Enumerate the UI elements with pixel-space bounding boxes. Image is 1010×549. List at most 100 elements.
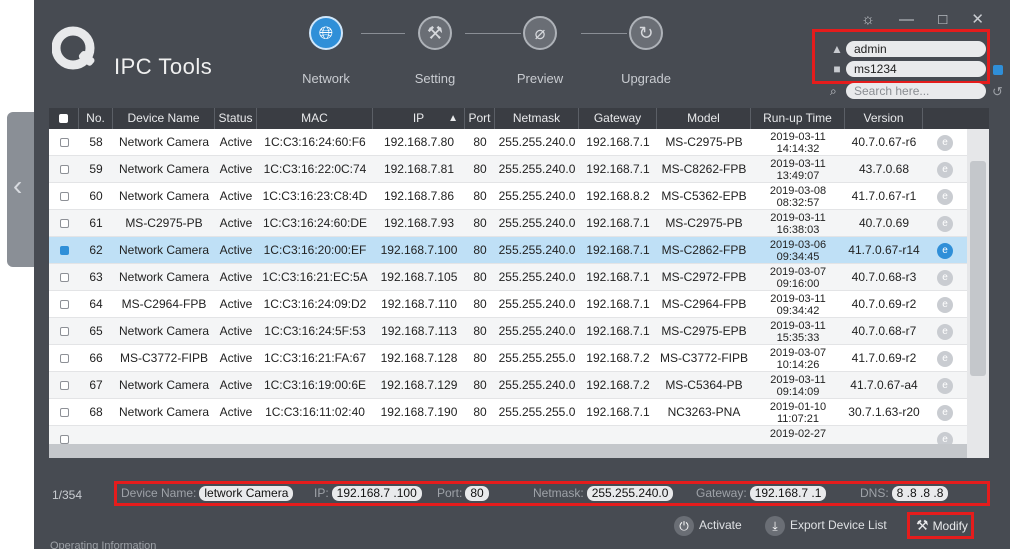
col-gateway[interactable]: Gateway — [579, 108, 657, 129]
browser-icon[interactable]: e — [937, 296, 953, 313]
nav-network[interactable]: 🌐︎ Network — [286, 16, 366, 86]
row-checkbox[interactable] — [59, 165, 69, 175]
row-select-cell — [49, 318, 79, 344]
browser-icon[interactable]: e — [937, 215, 953, 232]
search-input[interactable]: Search here... — [846, 83, 986, 99]
browser-icon[interactable]: e — [937, 134, 953, 151]
cell-gateway: 192.168.7.1 — [586, 297, 650, 311]
row-checkbox[interactable] — [59, 273, 69, 283]
runup-date: 2019-03-11 — [770, 293, 826, 305]
table-row[interactable]: 68 Network Camera Active 1C:C3:16:11:02:40 1… — [49, 399, 967, 426]
row-checkbox[interactable] — [59, 354, 69, 364]
table-row[interactable]: 65 Network Camera Active 1C:C3:16:24:5F:53 1… — [49, 318, 967, 345]
col-ip[interactable]: IP ▲ — [373, 108, 465, 129]
port-input[interactable]: 80 — [465, 486, 489, 501]
activate-button[interactable]: ⏻ Activate — [674, 515, 742, 536]
refresh-icon[interactable]: ↺ — [992, 84, 1003, 100]
runup-time: 09:14:09 — [776, 386, 820, 398]
row-checkbox[interactable] — [59, 138, 69, 148]
browser-icon[interactable]: e — [937, 323, 953, 340]
runup-date: 2019-03-11 — [770, 158, 826, 170]
nav-preview-label: Preview — [516, 71, 564, 86]
table-row[interactable]: 62 Network Camera Active 1C:C3:16:20:00:EF 1… — [49, 237, 967, 264]
select-all-header[interactable] — [49, 108, 79, 129]
browser-icon[interactable]: e — [937, 350, 953, 367]
device-name-field: Device Name: letwork Camera — [121, 486, 294, 501]
row-checkbox[interactable] — [59, 300, 69, 310]
table-row[interactable]: 60 Network Camera Active 1C:C3:16:23:C8:4D 1… — [49, 183, 967, 210]
vertical-scrollbar[interactable] — [967, 129, 989, 458]
runup-time: 11:07:21 — [776, 413, 819, 425]
col-version[interactable]: Version — [845, 108, 923, 129]
row-checkbox[interactable] — [59, 435, 69, 445]
nav-preview[interactable]: ⌀ Preview — [500, 16, 580, 86]
runup-date: 2019-03-07 — [769, 266, 827, 278]
cell-no: 67 — [89, 378, 103, 392]
table-row[interactable]: 61 MS-C2975-PB Active 1C:C3:16:24:60:DE 192.… — [49, 210, 967, 237]
cell-status: Active — [219, 189, 253, 203]
cell-port: 80 — [473, 162, 487, 176]
nav-setting[interactable]: ⚒ Setting — [395, 16, 475, 86]
browser-icon[interactable]: e — [937, 188, 953, 205]
scroll-thumb[interactable] — [970, 161, 986, 376]
row-web-cell: e — [923, 264, 967, 290]
modify-button[interactable]: ⚒ Modify — [907, 512, 974, 539]
cell-model: MS-C2964-FPB — [661, 297, 747, 311]
row-web-cell: e — [923, 399, 967, 425]
gateway-input[interactable]: 192.168.7 .1 — [749, 486, 827, 501]
col-no[interactable]: No. — [79, 108, 113, 129]
select-all-checkbox[interactable] — [59, 114, 68, 124]
browser-icon[interactable]: e — [937, 404, 953, 421]
row-checkbox[interactable] — [59, 327, 69, 337]
nav-upgrade[interactable]: ↻ Upgrade — [606, 16, 686, 86]
dns-input[interactable]: 8 .8 .8 .8 — [891, 486, 949, 501]
window-controls[interactable]: ☼ — □ ✕ — [861, 10, 994, 28]
browser-icon[interactable]: e — [937, 161, 953, 178]
cell-port: 80 — [473, 189, 487, 203]
cell-runup-time: 2019-03-11 09:14:09 — [751, 372, 845, 398]
device-name-input[interactable]: letwork Camera — [199, 486, 294, 501]
col-device-name[interactable]: Device Name — [113, 108, 215, 129]
export-device-list-button[interactable]: ⤓ Export Device List — [765, 515, 887, 536]
username-input[interactable]: admin — [846, 41, 986, 57]
cell-gateway: 192.168.7.1 — [586, 162, 650, 176]
cell-ip: 192.168.7.190 — [380, 405, 458, 419]
side-panel-toggle[interactable]: ‹ — [7, 112, 35, 267]
row-checkbox[interactable] — [59, 408, 69, 418]
username-row: ▲ admin — [830, 41, 988, 57]
globe-icon: 🌐︎ — [309, 16, 343, 50]
show-password-checkbox[interactable] — [993, 65, 1003, 75]
operating-information: Operating Information — [50, 540, 157, 549]
table-row[interactable]: 59 Network Camera Active 1C:C3:16:22:0C:74 1… — [49, 156, 967, 183]
row-checkbox[interactable] — [59, 192, 69, 202]
row-checkbox[interactable] — [59, 246, 69, 256]
horizontal-scrollbar[interactable] — [49, 444, 967, 458]
netmask-label: Netmask: — [533, 486, 584, 500]
col-runup-time[interactable]: Run-up Time — [751, 108, 845, 129]
ip-input[interactable]: 192.168.7 .100 — [331, 486, 422, 501]
row-checkbox[interactable] — [59, 381, 69, 391]
password-input[interactable]: ms1234 — [846, 61, 986, 77]
col-status[interactable]: Status — [215, 108, 257, 129]
cell-ip: 192.168.7.128 — [380, 351, 458, 365]
table-row[interactable]: 58 Network Camera Active 1C:C3:16:24:60:F6 1… — [49, 129, 967, 156]
row-checkbox[interactable] — [59, 219, 69, 229]
cell-port: 80 — [473, 324, 487, 338]
col-model[interactable]: Model — [657, 108, 751, 129]
browser-icon[interactable]: e — [937, 242, 953, 259]
row-select-cell — [49, 237, 79, 263]
table-row[interactable]: 67 Network Camera Active 1C:C3:16:19:00:6E 1… — [49, 372, 967, 399]
cell-status: Active — [219, 378, 253, 392]
browser-icon[interactable]: e — [937, 269, 953, 286]
col-mac[interactable]: MAC — [257, 108, 373, 129]
table-row[interactable]: 64 MS-C2964-FPB Active 1C:C3:16:24:09:D2 192… — [49, 291, 967, 318]
browser-icon[interactable]: e — [937, 377, 953, 394]
netmask-input[interactable]: 255.255.240.0 — [586, 486, 674, 501]
table-header: No. Device Name Status MAC IP ▲ Port Netm… — [49, 108, 989, 129]
col-netmask[interactable]: Netmask — [495, 108, 579, 129]
col-port[interactable]: Port — [465, 108, 495, 129]
port-label: Port: — [437, 486, 463, 500]
table-row[interactable]: 63 Network Camera Active 1C:C3:16:21:EC:5A 1… — [49, 264, 967, 291]
cell-name: MS-C2964-FPB — [121, 297, 207, 311]
table-row[interactable]: 66 MS-C3772-FIPB Active 1C:C3:16:21:FA:67 19… — [49, 345, 967, 372]
